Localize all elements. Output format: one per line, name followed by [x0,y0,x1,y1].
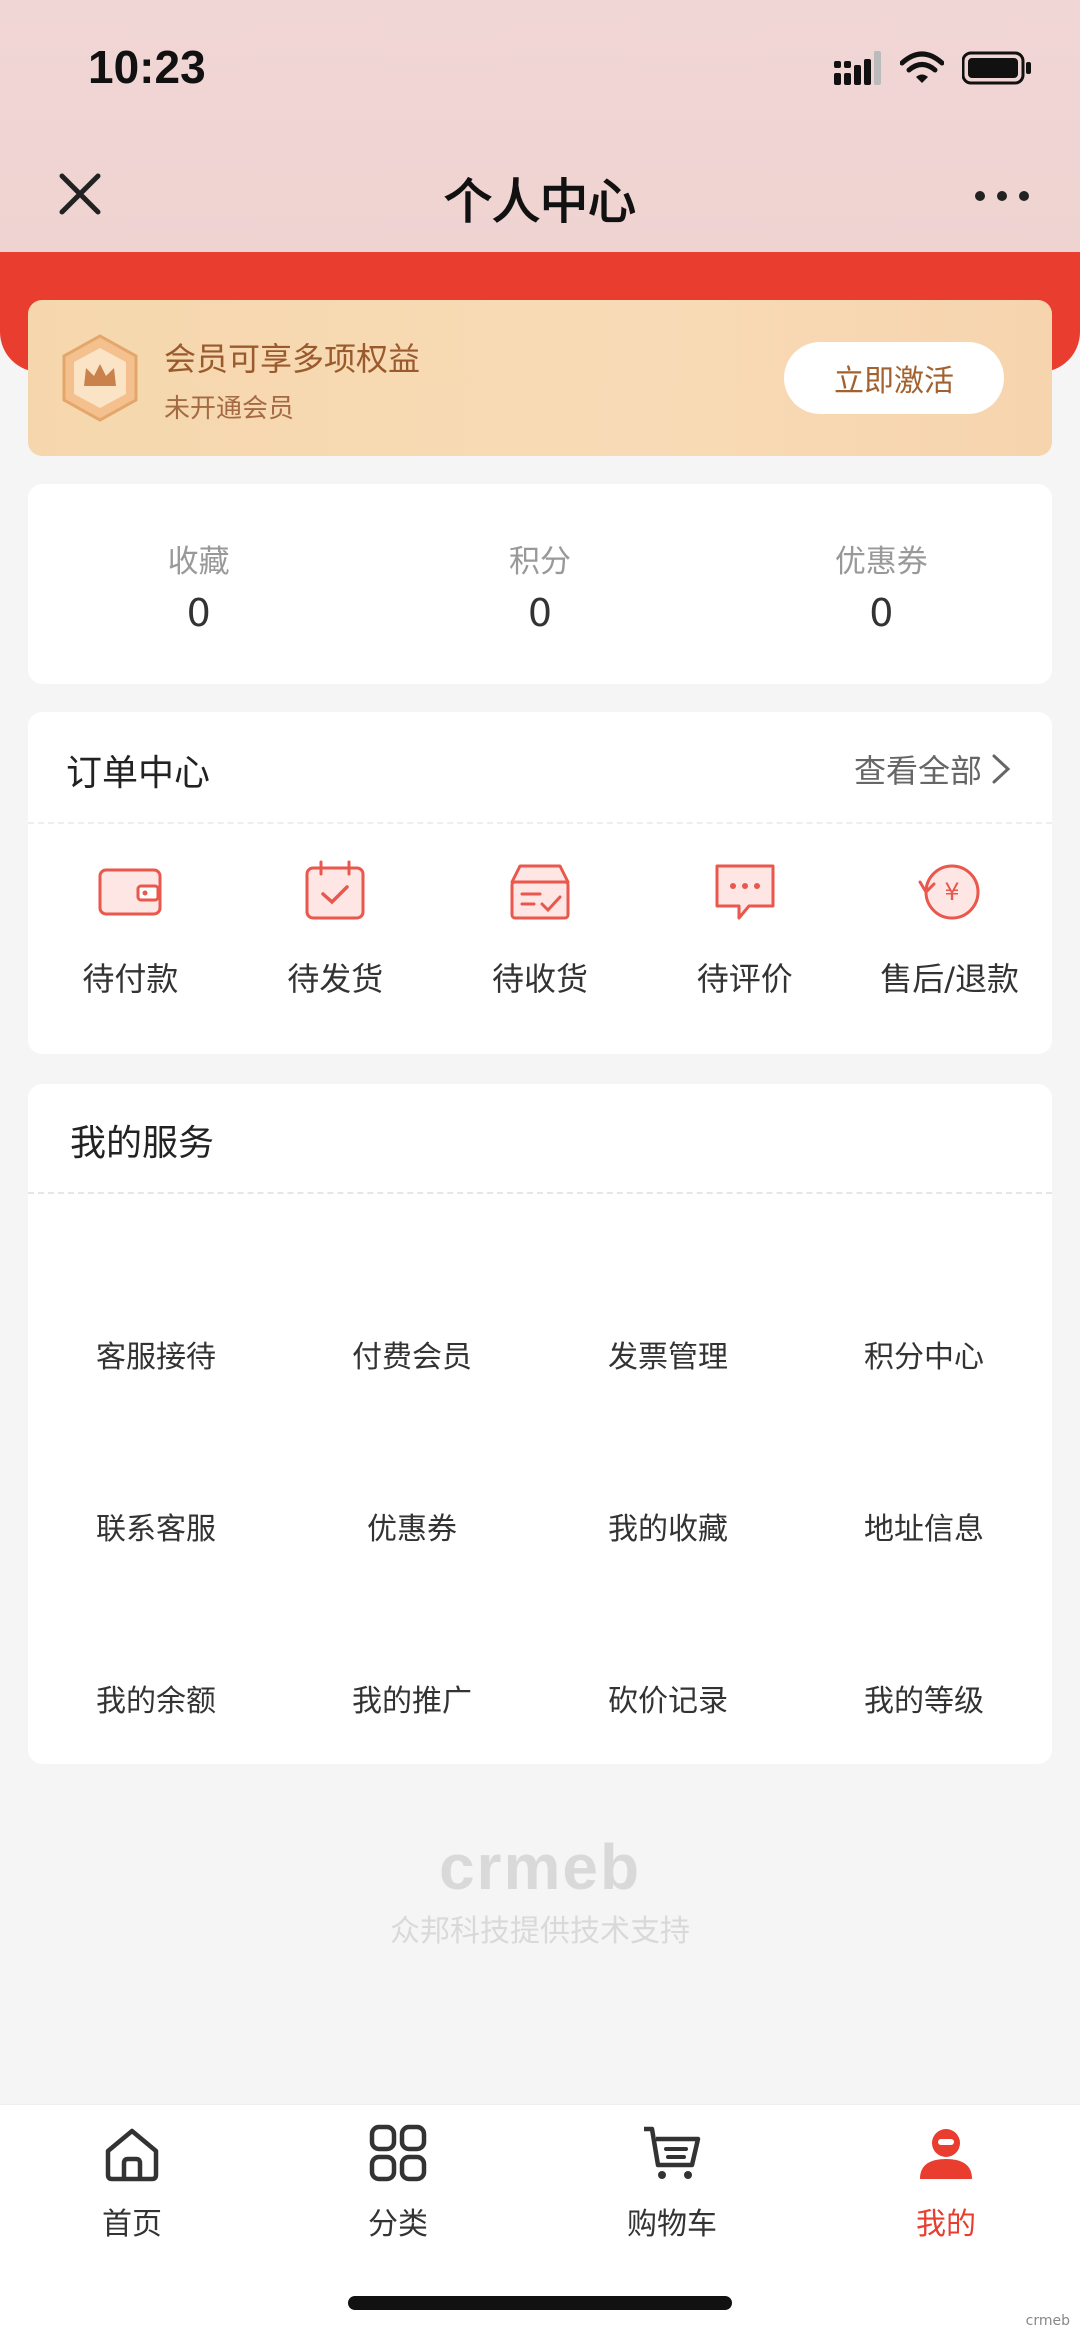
service-item[interactable]: 积分中心 [796,1332,1052,1376]
order-label: 待评价 [696,960,793,998]
service-item[interactable]: 联系客服 [28,1504,284,1548]
order-center-card: 订单中心 查看全部 待付款 待发货 待收货 待评价 ¥ 售后/退款 [28,712,1052,1054]
order-center-title: 订单中心 [66,753,211,794]
page-title: 个人中心 [443,174,636,230]
service-item[interactable]: 砍价记录 [540,1676,796,1720]
services-header: 我的服务 [28,1084,1052,1194]
wallet-icon [98,868,162,916]
tab-label: 我的 [916,2207,976,2242]
member-subtitle: 未开通会员 [164,394,295,424]
order-label: 售后/退款 [880,960,1019,998]
my-services-card: 我的服务 客服接待 付费会员 发票管理 积分中心 联系客服 优惠券 我的收藏 地… [28,1084,1052,1764]
stat-label: 收藏 [167,544,230,580]
service-item[interactable]: 地址信息 [796,1504,1052,1548]
stat-label: 优惠券 [834,544,928,580]
status-icons [834,48,1032,88]
tab-label: 购物车 [627,2207,717,2242]
status-bar: 10:23 [0,0,1080,140]
brand-footer: crmeb 众邦科技提供技术支持 [0,1830,1080,1950]
tab-category[interactable]: 分类 [298,2121,498,2243]
service-item[interactable]: 客服接待 [28,1332,284,1376]
stat-favorites[interactable]: 收藏 0 [79,484,319,684]
signal-icon [834,51,881,85]
member-title: 会员可享多项权益 [164,340,421,378]
order-after-sales[interactable]: ¥ 售后/退款 [847,852,1052,1000]
services-row: 客服接待 付费会员 发票管理 积分中心 [28,1332,1052,1376]
crown-badge-icon [62,334,138,422]
nav-bar: 个人中心 [0,140,1080,252]
chat-dots-icon [715,864,775,920]
stat-value: 0 [869,591,894,635]
calendar-check-icon [305,860,365,920]
box-check-icon [510,864,570,920]
stat-value: 0 [186,591,211,635]
tab-home[interactable]: 首页 [32,2121,232,2243]
order-label: 待发货 [287,960,384,998]
order-pending-payment[interactable]: 待付款 [28,852,233,1000]
order-status-list: 待付款 待发货 待收货 待评价 ¥ 售后/退款 [28,852,1052,1000]
brand-text: 众邦科技提供技术支持 [390,1914,690,1949]
svg-text:¥: ¥ [944,878,959,906]
services-row: 联系客服 优惠券 我的收藏 地址信息 [28,1504,1052,1548]
wifi-icon [900,51,944,83]
order-label: 待付款 [82,960,179,998]
order-pending-receipt[interactable]: 待收货 [438,852,643,1000]
order-center-header: 订单中心 查看全部 [28,712,1052,824]
home-indicator [348,2296,732,2310]
tab-cart[interactable]: 购物车 [572,2121,772,2243]
service-item[interactable]: 优惠券 [284,1504,540,1548]
view-all-orders-link[interactable]: 查看全部 [854,746,1012,792]
tab-label: 首页 [102,2207,162,2242]
service-item[interactable]: 我的推广 [284,1676,540,1720]
user-icon [920,2129,972,2179]
order-label: 待收货 [491,960,588,998]
activate-button[interactable]: 立即激活 [784,342,1004,414]
service-item[interactable]: 我的收藏 [540,1504,796,1548]
view-all-label: 查看全部 [853,752,982,790]
service-item[interactable]: 付费会员 [284,1332,540,1376]
service-item[interactable]: 我的余额 [28,1676,284,1720]
chevron-right-icon [992,754,1011,784]
stat-label: 积分 [508,544,571,580]
brand-logo: crmeb [438,1831,642,1903]
order-pending-shipment[interactable]: 待发货 [233,852,438,1000]
cart-icon [644,2126,701,2179]
stat-value: 0 [527,591,553,635]
home-icon [105,2128,159,2182]
tab-mine[interactable]: 我的 [846,2121,1046,2243]
stat-coupons[interactable]: 优惠券 0 [761,484,1001,684]
services-row: 我的余额 我的推广 砍价记录 我的等级 [28,1676,1052,1720]
service-item[interactable]: 我的等级 [796,1676,1052,1720]
refund-icon: ¥ [918,864,980,920]
tab-label: 分类 [368,2207,428,2242]
more-button[interactable] [970,176,1034,216]
status-time: 10:23 [88,41,206,93]
member-card[interactable]: 会员可享多项权益 未开通会员 立即激活 [28,300,1052,456]
stats-card: 收藏 0 积分 0 优惠券 0 [28,484,1052,684]
services-title: 我的服务 [70,1123,215,1164]
service-item[interactable]: 发票管理 [540,1332,796,1376]
more-dots-icon [975,191,1029,201]
grid-icon [369,2124,427,2182]
corner-watermark: crmeb [1025,2313,1070,2329]
order-pending-review[interactable]: 待评价 [642,852,847,1000]
stat-points[interactable]: 积分 0 [420,484,660,684]
battery-icon [962,51,1031,85]
